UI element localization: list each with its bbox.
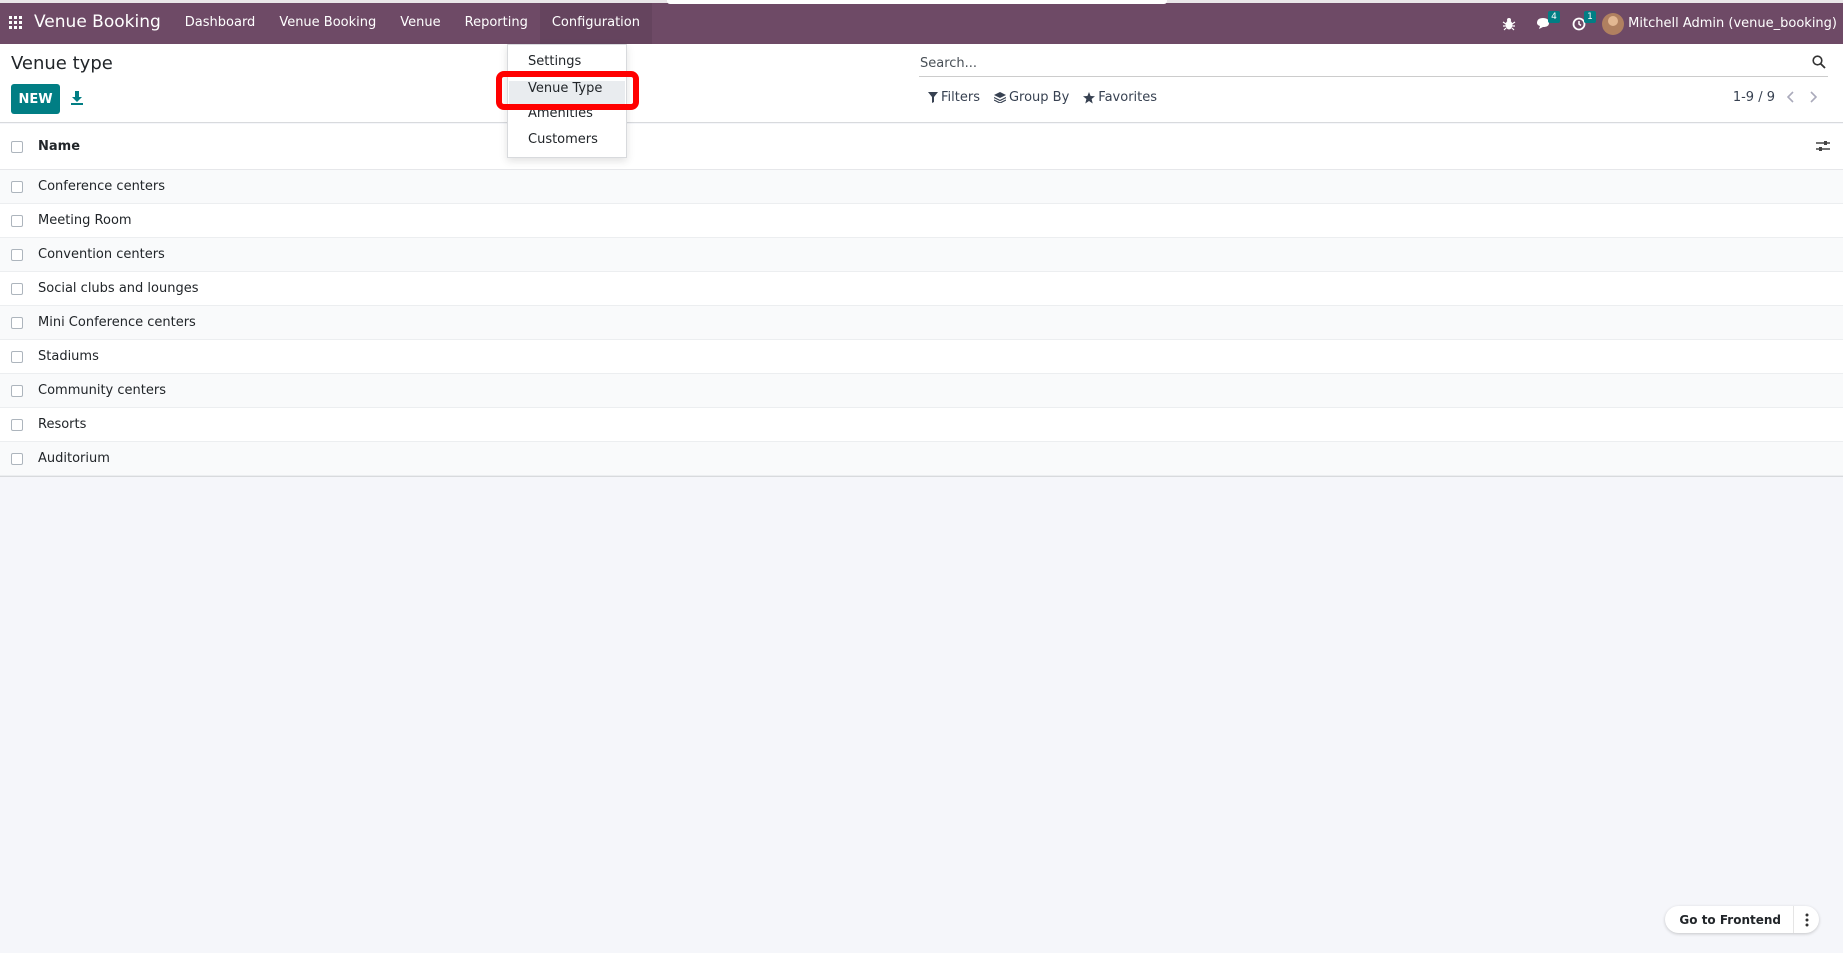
nav-dashboard[interactable]: Dashboard: [173, 0, 268, 44]
menu-item-customers[interactable]: Customers: [528, 132, 598, 147]
row-checkbox[interactable]: [11, 248, 23, 261]
row-checkbox[interactable]: [11, 418, 23, 431]
row-checkbox[interactable]: [11, 214, 23, 227]
avatar: [1602, 12, 1625, 35]
settings-sliders-icon[interactable]: [1816, 140, 1830, 156]
chat-icon[interactable]: 4: [1536, 10, 1560, 31]
new-button[interactable]: NEW: [11, 84, 60, 114]
table-row[interactable]: Resorts: [0, 408, 1843, 442]
row-name: Community centers: [38, 383, 166, 398]
annotation-highlight-box: [496, 71, 639, 110]
table-row[interactable]: Stadiums: [0, 340, 1843, 374]
row-name: Meeting Room: [38, 213, 132, 228]
menu-item-settings[interactable]: Settings: [528, 54, 581, 69]
user-menu[interactable]: Mitchell Admin (venue_booking): [1602, 12, 1837, 35]
clock-icon[interactable]: 1: [1572, 10, 1596, 31]
systray: 4 1 Mitchell Admin (venue_booking): [1492, 3, 1843, 44]
row-checkbox[interactable]: [11, 384, 23, 397]
apps-menu-icon[interactable]: [2, 0, 28, 44]
chevron-right-icon[interactable]: [1809, 91, 1818, 107]
row-checkbox[interactable]: [11, 316, 23, 329]
row-name: Conference centers: [38, 179, 166, 194]
filters-label: Filters: [941, 90, 980, 105]
search-bar: [919, 50, 1828, 77]
filter-icon: [928, 92, 938, 103]
pager-nav: [1786, 91, 1818, 107]
list-view: Name Conference centers Meeting Room Conve…: [0, 124, 1843, 477]
search-icon[interactable]: [1812, 55, 1826, 73]
star-icon: [1083, 91, 1096, 103]
search-input[interactable]: [919, 55, 1799, 71]
column-name-header[interactable]: Name: [38, 139, 80, 154]
favorites-label: Favorites: [1098, 90, 1158, 105]
nav-reporting[interactable]: Reporting: [453, 0, 540, 44]
layers-icon: [993, 92, 1006, 103]
table-row[interactable]: Auditorium: [0, 442, 1843, 476]
messages-badge: 4: [1548, 10, 1560, 23]
filters-toggle[interactable]: Filters: [928, 90, 980, 105]
row-name: Stadiums: [38, 349, 99, 364]
nav-configuration[interactable]: Configuration: [539, 0, 652, 44]
row-checkbox[interactable]: [11, 452, 23, 465]
nav-venue[interactable]: Venue: [388, 0, 452, 44]
row-name: Mini Conference centers: [38, 315, 196, 330]
group-by-toggle[interactable]: Group By: [993, 90, 1070, 105]
favorites-toggle[interactable]: Favorites: [1083, 90, 1157, 105]
row-name: Convention centers: [38, 247, 165, 262]
frontend-widget: Go to Frontend: [1665, 906, 1819, 933]
row-name: Social clubs and lounges: [38, 281, 199, 296]
nav-venue-booking[interactable]: Venue Booking: [267, 0, 388, 44]
row-name: Resorts: [38, 417, 87, 432]
search-options: Filters Group By Favorites: [928, 90, 1157, 105]
table-row[interactable]: Meeting Room: [0, 204, 1843, 238]
row-checkbox[interactable]: [11, 282, 23, 295]
pager-value[interactable]: 1-9 / 9: [1733, 90, 1775, 105]
activities-badge: 1: [1584, 10, 1596, 23]
page-title: Venue type: [11, 53, 113, 74]
chevron-left-icon[interactable]: [1786, 91, 1795, 107]
app-brand[interactable]: Venue Booking: [34, 12, 161, 32]
control-panel: Venue type NEW Filters Group By Favorite…: [0, 44, 1843, 123]
row-name: Auditorium: [38, 451, 110, 466]
table-row[interactable]: Conference centers: [0, 170, 1843, 204]
select-all-checkbox[interactable]: [11, 140, 23, 153]
list-header: Name: [0, 124, 1843, 170]
download-icon[interactable]: [70, 90, 84, 106]
kebab-icon[interactable]: [1793, 906, 1819, 933]
row-checkbox[interactable]: [11, 180, 23, 193]
bug-icon[interactable]: [1502, 17, 1516, 31]
top-navbar: Venue Booking Dashboard Venue Booking Ve…: [0, 0, 1843, 44]
table-row[interactable]: Social clubs and lounges: [0, 272, 1843, 306]
group-by-label: Group By: [1008, 90, 1070, 105]
table-row[interactable]: Community centers: [0, 374, 1843, 408]
row-checkbox[interactable]: [11, 350, 23, 363]
table-row[interactable]: Mini Conference centers: [0, 306, 1843, 340]
user-name: Mitchell Admin (venue_booking): [1628, 16, 1837, 31]
table-row[interactable]: Convention centers: [0, 238, 1843, 272]
go-to-frontend-button[interactable]: Go to Frontend: [1665, 913, 1793, 927]
